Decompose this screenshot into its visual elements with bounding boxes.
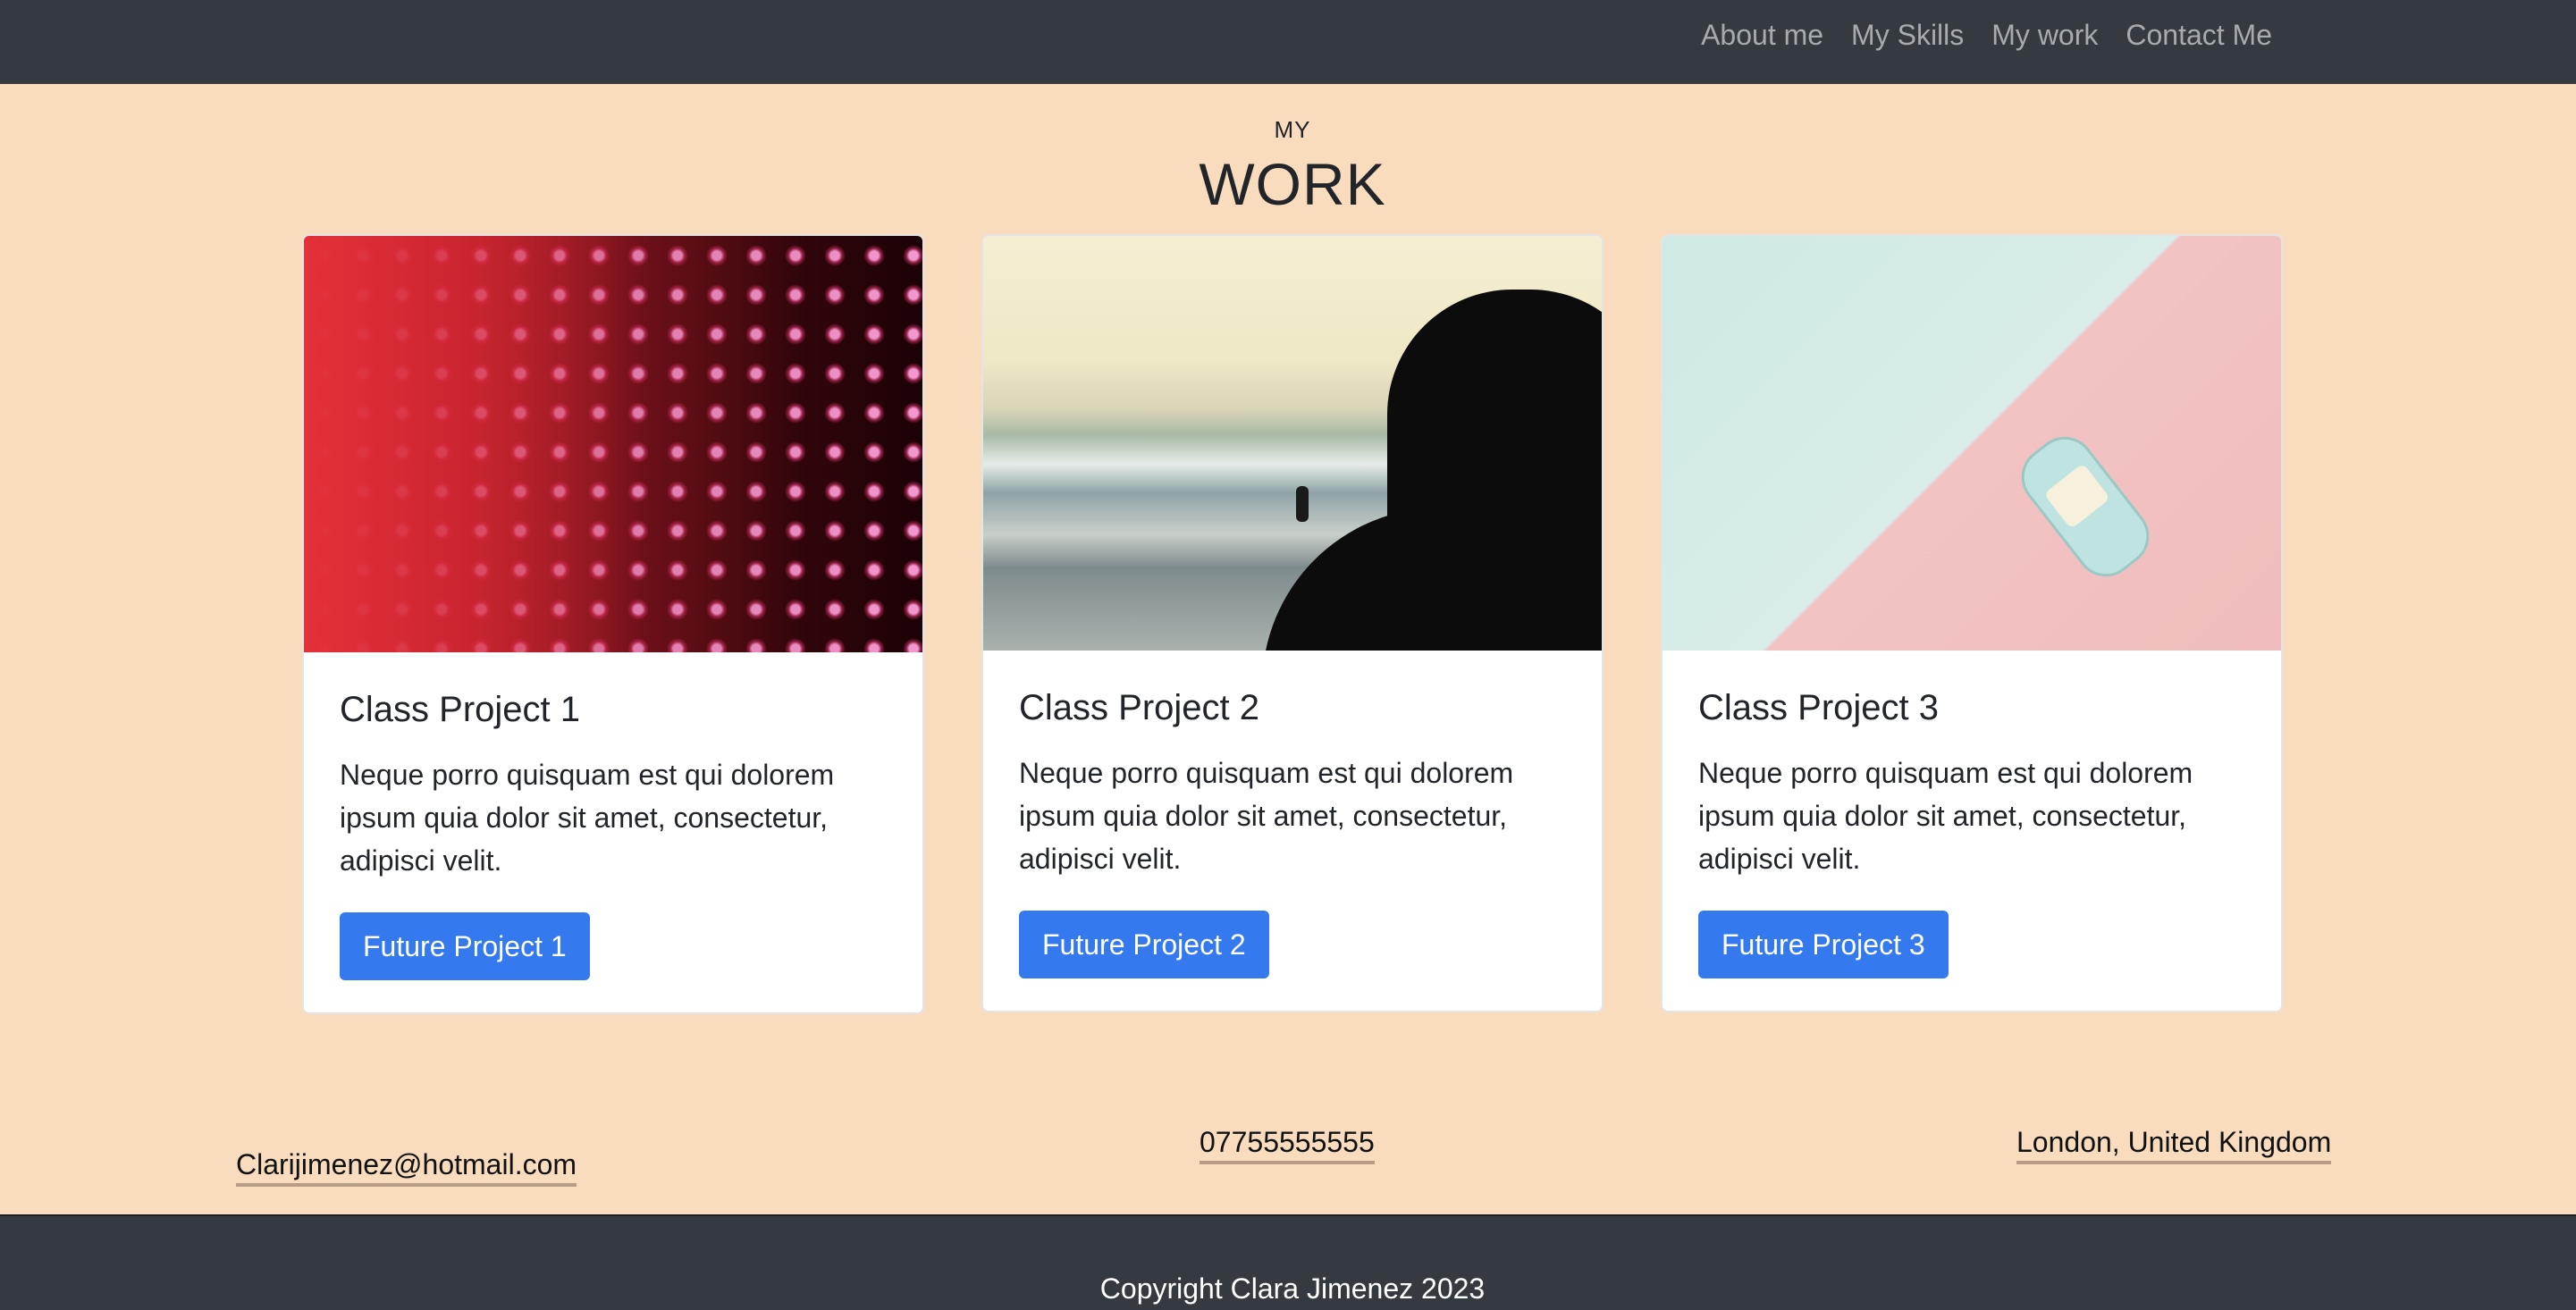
card-body: Class Project 2 Neque porro quisquam est…	[983, 651, 1602, 978]
footer-copyright: Copyright Clara Jimenez 2023	[1099, 1272, 1486, 1305]
nav-link-about-me[interactable]: About me	[1701, 16, 1823, 54]
card-title: Class Project 3	[1698, 688, 1939, 727]
card-title: Class Project 1	[340, 690, 580, 729]
project-card-2: Class Project 2 Neque porro quisquam est…	[981, 234, 1604, 1012]
nav-link-contact-me[interactable]: Contact Me	[2126, 16, 2272, 54]
card-text: Neque porro quisquam est qui dolorem ips…	[1698, 757, 2193, 875]
navbar: About me My Skills My work Contact Me	[0, 0, 2576, 84]
card-body: Class Project 1 Neque porro quisquam est…	[304, 652, 922, 980]
contact-email-link[interactable]: Clarijimenez@hotmail.com	[236, 1147, 577, 1187]
card-body: Class Project 3 Neque porro quisquam est…	[1663, 651, 2281, 978]
card-text: Neque porro quisquam est qui dolorem ips…	[1019, 757, 1514, 875]
toy-car-image	[1663, 236, 2281, 651]
card-title: Class Project 2	[1019, 688, 1259, 727]
contact-phone-link[interactable]: 07755555555	[1200, 1125, 1375, 1164]
footer: Copyright Clara Jimenez 2023	[0, 1214, 2576, 1310]
future-project-1-button[interactable]: Future Project 1	[340, 912, 590, 980]
contact-location-link[interactable]: London, United Kingdom	[2016, 1125, 2332, 1164]
surf-beach-image	[983, 236, 1602, 651]
section-subtitle: MY	[1274, 116, 1311, 143]
nav-links: About me My Skills My work Contact Me	[1701, 16, 2272, 54]
section-title: WORK	[1199, 151, 1386, 217]
nav-link-my-skills[interactable]: My Skills	[1851, 16, 1964, 54]
future-project-3-button[interactable]: Future Project 3	[1698, 911, 1949, 978]
future-project-2-button[interactable]: Future Project 2	[1019, 911, 1269, 978]
project-card-1: Class Project 1 Neque porro quisquam est…	[302, 234, 924, 1014]
card-text: Neque porro quisquam est qui dolorem ips…	[340, 759, 835, 877]
project-card-3: Class Project 3 Neque porro quisquam est…	[1661, 234, 2283, 1012]
nav-link-my-work[interactable]: My work	[1991, 16, 2098, 54]
led-wall-image	[304, 236, 922, 652]
